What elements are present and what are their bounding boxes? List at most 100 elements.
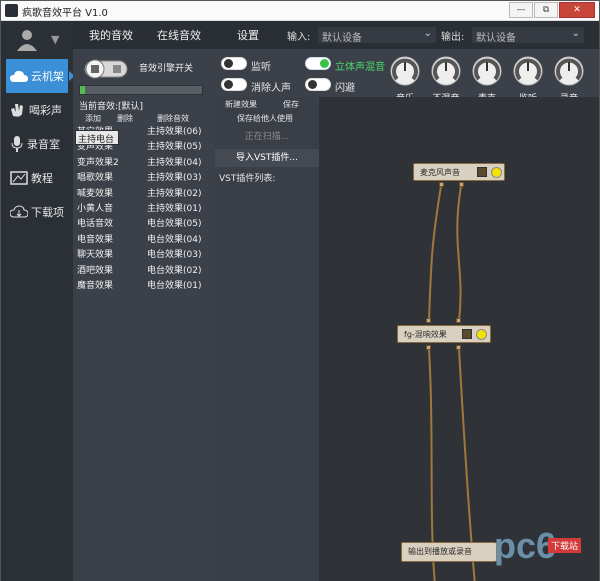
engine-switch[interactable] xyxy=(81,55,131,83)
graph-node-output[interactable]: 输出到播放或录音 xyxy=(401,542,497,562)
window-controls: — ⧉ ✕ xyxy=(509,2,595,18)
engine-switch-label: 音效引擎开关 xyxy=(139,64,194,74)
list-item[interactable]: 唱歌效果 xyxy=(75,171,143,186)
output-label: 输出: xyxy=(441,32,465,43)
sidebar: ▼ 云机架 喝彩声 录音室 教程 下载项 xyxy=(1,21,73,581)
list-item[interactable]: 电台效果(01) xyxy=(145,279,213,294)
graph-node-mic[interactable]: 麦克风声音 xyxy=(413,163,505,181)
list-item[interactable]: 电台效果(02) xyxy=(145,264,213,279)
input-device-select[interactable]: 默认设备 ⌄ xyxy=(317,26,437,44)
ducking-toggle-label: 闪避 xyxy=(335,83,355,94)
node-status-icon[interactable] xyxy=(491,167,502,178)
output-device-select[interactable]: 默认设备 ⌄ xyxy=(471,26,585,44)
input-port[interactable] xyxy=(456,318,461,323)
list-item[interactable]: 主持效果(05) xyxy=(145,140,213,155)
download-cloud-icon xyxy=(10,205,28,218)
remove-vocal-toggle-label: 消除人声 xyxy=(251,83,291,94)
toggle-knob xyxy=(224,80,233,89)
sidebar-item-studio[interactable]: 录音室 xyxy=(6,127,68,161)
list-item[interactable]: 电话音效 xyxy=(75,217,143,232)
node-settings-icon[interactable] xyxy=(477,167,487,177)
output-port[interactable] xyxy=(439,182,444,187)
minimize-button[interactable]: — xyxy=(509,2,533,18)
knob-icon xyxy=(513,56,543,86)
delete-button[interactable]: 删除 xyxy=(117,113,133,124)
delete-effect-button[interactable]: 删除音效 xyxy=(157,113,189,124)
output-port[interactable] xyxy=(459,182,464,187)
list-item[interactable]: 电台效果(03) xyxy=(145,248,213,263)
remove-vocal-toggle[interactable] xyxy=(221,78,247,91)
knob-icon xyxy=(390,56,420,86)
toggle-knob xyxy=(308,80,317,89)
ducking-toggle[interactable] xyxy=(305,78,331,91)
stereo-mix-toggle[interactable] xyxy=(305,57,331,70)
save-button[interactable]: 保存 xyxy=(283,99,299,110)
input-port[interactable] xyxy=(426,318,431,323)
node-label: fg-混响效果 xyxy=(404,330,447,339)
record-knob[interactable]: 录音 xyxy=(551,53,587,104)
cloud-icon xyxy=(10,70,28,82)
list-item[interactable]: 酒吧效果 xyxy=(75,264,143,279)
close-button[interactable]: ✕ xyxy=(559,2,595,18)
sidebar-item-label: 云机架 xyxy=(31,70,64,83)
list-item[interactable]: 电台效果(04) xyxy=(145,233,213,248)
node-status-icon[interactable] xyxy=(476,329,487,340)
list-item[interactable]: 魔音效果 xyxy=(75,279,143,294)
monitor-toggle[interactable] xyxy=(221,57,247,70)
user-area[interactable]: ▼ xyxy=(1,21,73,57)
sidebar-item-cheer[interactable]: 喝彩声 xyxy=(6,93,68,127)
tab-my-effects[interactable]: 我的音效 xyxy=(89,27,133,43)
monitor-knob[interactable]: 监听 xyxy=(510,53,546,104)
effect-preset-list[interactable]: 主持效果(06) 主持效果(05) 主持效果(04) 主持效果(03) 主持效果(02)… xyxy=(145,125,213,581)
list-item[interactable]: 电台效果(05) xyxy=(145,217,213,232)
node-label: 输出到播放或录音 xyxy=(408,547,472,556)
new-effect-button[interactable]: 新建效果 xyxy=(225,99,257,110)
mic-knob[interactable]: 麦克 xyxy=(469,53,505,104)
output-device-value: 默认设备 xyxy=(476,33,516,44)
list-item[interactable]: 主持效果(02) xyxy=(145,187,213,202)
input-device-value: 默认设备 xyxy=(322,33,362,44)
sidebar-item-cloud-rack[interactable]: 云机架 xyxy=(6,59,68,93)
music-knob[interactable]: 音乐 xyxy=(387,53,423,104)
sidebar-item-tutorial[interactable]: 教程 xyxy=(6,161,68,195)
sidebar-item-downloads[interactable]: 下载项 xyxy=(6,195,68,229)
tab-settings[interactable]: 设置 xyxy=(237,27,259,43)
list-item[interactable]: 喊麦效果 xyxy=(75,187,143,202)
stereo-mix-toggle-label: 立体声混音 xyxy=(335,62,385,73)
list-item[interactable]: 小黄人音 xyxy=(75,202,143,217)
vst-list-label: VST插件列表: xyxy=(219,174,276,184)
sidebar-item-label: 喝彩声 xyxy=(29,104,62,117)
effect-category-list[interactable]: 主持电台其它效果变声效果变声效果2唱歌效果喊麦效果小黄人音电话音效电音效果聊天效… xyxy=(75,125,143,581)
list-item[interactable]: 主持效果(03) xyxy=(145,171,213,186)
chevron-down-icon: ⌄ xyxy=(423,28,432,39)
node-settings-icon[interactable] xyxy=(462,329,472,339)
list-item[interactable]: 主持效果(06) xyxy=(145,125,213,140)
add-effect-button[interactable]: 添加 xyxy=(85,113,101,124)
window-title: 疯歌音效平台 V1.0 xyxy=(22,8,108,19)
import-vst-button[interactable]: 导入VST插件... xyxy=(215,149,319,167)
graph-node-reverb[interactable]: fg-混响效果 xyxy=(397,325,491,343)
list-item[interactable]: 主持效果(01) xyxy=(145,202,213,217)
no-mix-knob[interactable]: 不混音 xyxy=(428,53,464,104)
output-port[interactable] xyxy=(456,345,461,350)
effect-graph-canvas[interactable]: 麦克风声音 fg-混响效果 xyxy=(319,97,599,581)
knob-icon xyxy=(431,56,461,86)
list-item[interactable]: 主持效果(04) xyxy=(145,156,213,171)
save-share-button[interactable]: 保存给他人使用 xyxy=(237,113,293,124)
sidebar-item-label: 教程 xyxy=(31,172,53,185)
clap-icon xyxy=(11,104,23,117)
engine-progress-bar xyxy=(79,85,203,95)
app-logo-icon xyxy=(5,4,18,17)
user-avatar-icon[interactable] xyxy=(15,27,39,51)
list-item[interactable]: 主持电台 xyxy=(75,130,120,146)
user-dropdown-icon[interactable]: ▼ xyxy=(51,33,59,46)
list-item[interactable]: 变声效果2 xyxy=(75,156,143,171)
list-item[interactable]: 聊天效果 xyxy=(75,248,143,263)
tab-online-effects[interactable]: 在线音效 xyxy=(157,27,201,43)
output-port[interactable] xyxy=(426,345,431,350)
tutorial-icon xyxy=(10,171,28,185)
restore-button[interactable]: ⧉ xyxy=(534,2,558,18)
top-bar: 我的音效 在线音效 设置 输入: 默认设备 ⌄ 输出: 默认设备 ⌄ xyxy=(73,21,599,49)
watermark-badge: 下载站 xyxy=(548,538,582,553)
list-item[interactable]: 电音效果 xyxy=(75,233,143,248)
